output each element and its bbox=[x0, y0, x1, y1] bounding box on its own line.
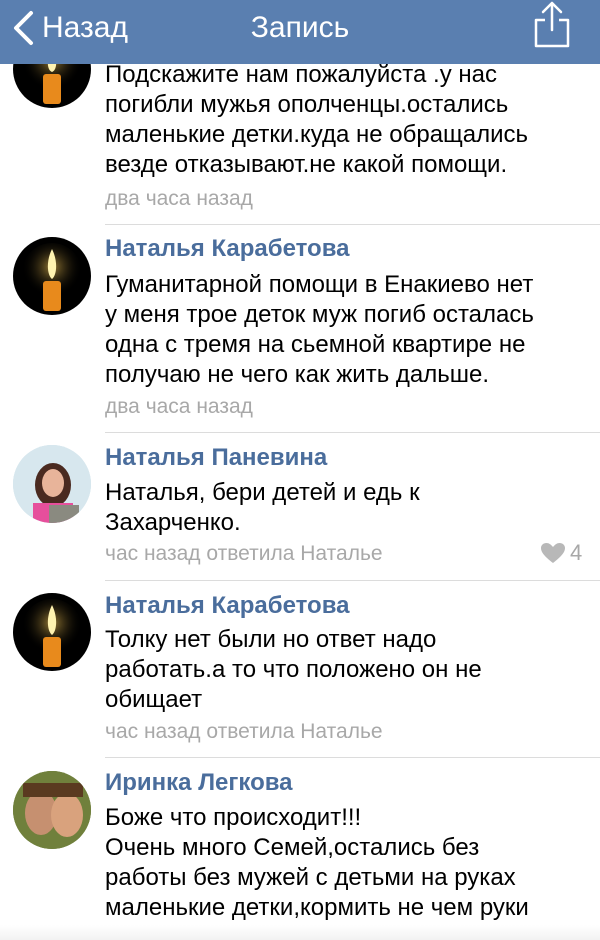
share-button[interactable] bbox=[530, 0, 574, 50]
comment-text: Толку нет были но ответ надо работать.а … bbox=[105, 626, 482, 713]
comment-time: два часа назад bbox=[105, 187, 253, 210]
comments-feed[interactable]: Подскажите нам пожалуйста .у нас погибли… bbox=[0, 0, 600, 940]
comment-author[interactable]: Иринка Легкова bbox=[105, 768, 293, 798]
divider bbox=[105, 432, 600, 433]
comment-text: Подскажите нам пожалуйста .у нас погибли… bbox=[105, 61, 529, 178]
navigation-bar: Назад Запись bbox=[0, 0, 600, 64]
like-count: 4 bbox=[570, 540, 583, 565]
comment-text: Наталья, бери детей и едь к Захарченко. bbox=[105, 479, 420, 536]
back-label: Назад bbox=[42, 11, 128, 44]
divider bbox=[105, 224, 600, 225]
comment-author[interactable]: Наталья Паневина bbox=[105, 443, 327, 473]
comment-time: час назад ответила Наталье bbox=[105, 720, 383, 743]
comment-author[interactable]: Наталья Карабетова bbox=[105, 234, 350, 264]
like-button[interactable]: 4 bbox=[540, 540, 582, 566]
comment-author[interactable]: Наталья Карабетова bbox=[105, 591, 350, 621]
comment-text: Боже что происходит!!! Очень много Семей… bbox=[105, 804, 529, 921]
user-photo-avatar[interactable] bbox=[13, 771, 91, 849]
divider bbox=[105, 757, 600, 758]
candle-icon[interactable] bbox=[13, 237, 91, 315]
comment-time: час назад ответила Наталье bbox=[105, 542, 383, 565]
comment-text: Гуманитарной помощи в Енакиево нет у мен… bbox=[105, 271, 534, 388]
back-button[interactable]: Назад bbox=[12, 8, 128, 48]
comment-time: два часа назад bbox=[105, 395, 253, 418]
heart-icon bbox=[541, 543, 565, 563]
share-icon bbox=[534, 1, 570, 48]
chevron-left-icon bbox=[14, 11, 33, 45]
divider bbox=[105, 580, 600, 581]
bottom-edge bbox=[0, 925, 600, 940]
user-photo-avatar[interactable] bbox=[13, 445, 91, 523]
candle-icon[interactable] bbox=[13, 593, 91, 671]
